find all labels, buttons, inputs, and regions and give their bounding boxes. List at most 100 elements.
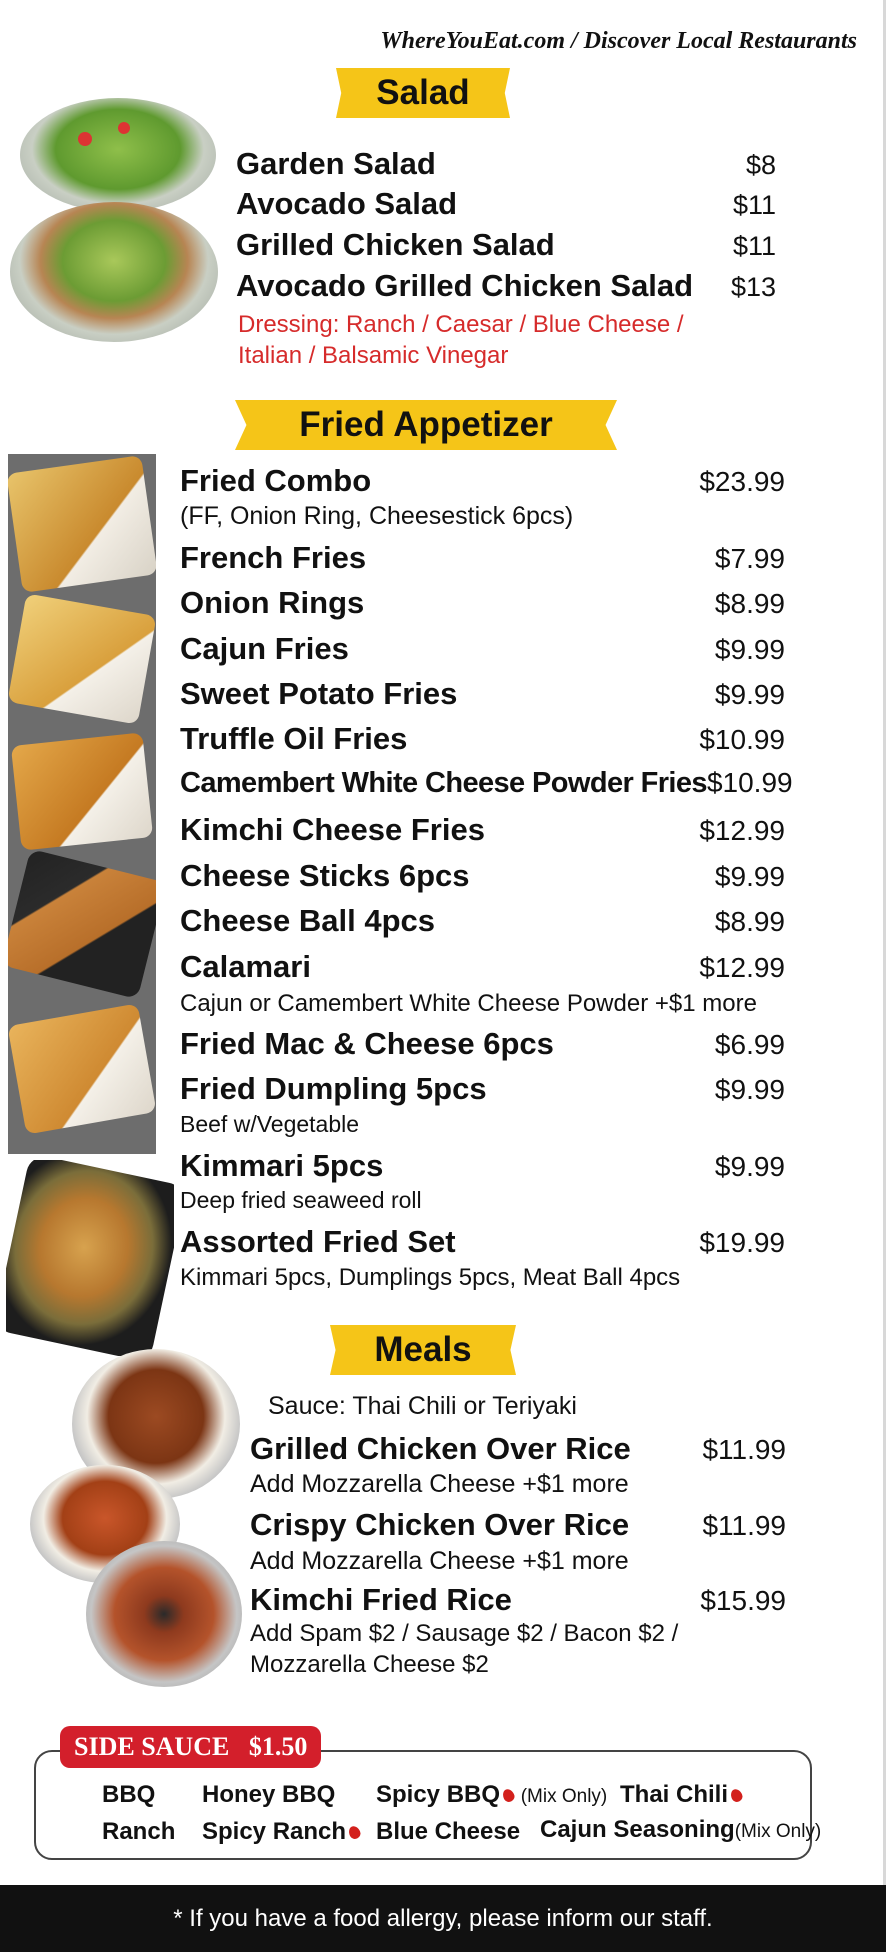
menu-item: Garden Salad $8 (236, 146, 776, 182)
sauce-item: Ranch (102, 1818, 175, 1846)
allergy-footer: * If you have a food allergy, please inf… (0, 1885, 886, 1952)
item-price: $9.99 (714, 1074, 785, 1105)
item-name: Grilled Chicken Over Rice (250, 1431, 631, 1466)
menu-item: Kimchi Cheese Fries $12.99 (180, 812, 785, 848)
sauce-name: Ranch (102, 1818, 176, 1845)
sauce-name: BBQ (102, 1781, 156, 1808)
meals-photo (30, 1345, 245, 1690)
item-name: Truffle Oil Fries (180, 721, 408, 756)
item-name: Assorted Fried Set (180, 1224, 456, 1259)
menu-item: Sweet Potato Fries $9.99 (180, 676, 785, 712)
assorted-set-photo (6, 1160, 174, 1356)
mix-only-note: (Mix Only) (520, 1786, 608, 1807)
item-name: Kimchi Fried Rice (250, 1582, 512, 1617)
item-price: $9.99 (714, 861, 785, 892)
fried-appetizer-photo (8, 454, 156, 1154)
allergy-note: * If you have a food allergy, please inf… (173, 1904, 713, 1932)
item-price: $8.99 (714, 588, 785, 619)
sauce-name: Thai Chili (620, 1781, 728, 1808)
item-note: (FF, Onion Ring, Cheesestick 6pcs) (180, 502, 574, 530)
menu-item: Cheese Sticks 6pcs $9.99 (180, 858, 785, 894)
item-price: $7.99 (714, 543, 785, 574)
item-price: $12.99 (699, 815, 785, 846)
item-name: Grilled Chicken Salad (236, 227, 555, 262)
item-price: $15.99 (700, 1585, 786, 1616)
site-header: WhereYouEat.com / Discover Local Restaur… (380, 28, 857, 54)
sauce-note: Sauce: Thai Chili or Teriyaki (268, 1392, 577, 1420)
menu-item: Grilled Chicken Salad $11 (236, 227, 776, 263)
item-name: Onion Rings (180, 585, 365, 620)
menu-item: Avocado Grilled Chicken Salad $13 (236, 268, 776, 304)
item-name: Fried Dumpling 5pcs (180, 1071, 487, 1106)
sauce-item: Honey BBQ (202, 1781, 335, 1809)
item-price: $12.99 (699, 952, 785, 983)
menu-item: Cheese Ball 4pcs $8.99 (180, 903, 785, 939)
menu-item: French Fries $7.99 (180, 540, 785, 576)
menu-item: Crispy Chicken Over Rice $11.99 (250, 1507, 786, 1543)
chili-pepper-icon (728, 1787, 745, 1804)
item-price: $6.99 (714, 1029, 785, 1060)
item-name: Kimmari 5pcs (180, 1148, 384, 1183)
item-note: Cajun or Camembert White Cheese Powder +… (180, 990, 757, 1017)
side-sauce-label: SIDE SAUCE $1.50 (60, 1726, 322, 1768)
sauce-name: Blue Cheese (376, 1818, 521, 1845)
meals-title: Meals (374, 1330, 472, 1369)
item-name: Fried Mac & Cheese 6pcs (180, 1026, 554, 1061)
item-name: Cheese Ball 4pcs (180, 903, 436, 938)
menu-item: Onion Rings $8.99 (180, 585, 785, 621)
item-note: Add Mozzarella Cheese +$1 more (250, 1470, 629, 1498)
menu-item: Cajun Fries $9.99 (180, 631, 785, 667)
menu-item: Truffle Oil Fries $10.99 (180, 721, 785, 757)
sauce-item: Blue Cheese (376, 1818, 520, 1846)
item-note: Deep fried seaweed roll (180, 1187, 422, 1213)
menu-item: Kimchi Fried Rice $15.99 (250, 1582, 786, 1618)
item-name: Garden Salad (236, 146, 436, 181)
menu-item: Grilled Chicken Over Rice $11.99 (250, 1431, 786, 1467)
item-price: $19.99 (699, 1227, 785, 1258)
item-name: Kimchi Cheese Fries (180, 812, 485, 847)
item-price: $9.99 (714, 679, 785, 710)
sauce-item: Spicy Ranch (202, 1818, 363, 1846)
item-note: Mozzarella Cheese $2 (250, 1651, 489, 1678)
item-name: French Fries (180, 540, 367, 575)
chili-pepper-icon (500, 1787, 517, 1804)
menu-item: Fried Mac & Cheese 6pcs $6.99 (180, 1026, 785, 1062)
sauce-item: BBQ (102, 1781, 155, 1809)
item-note: Add Spam $2 / Sausage $2 / Bacon $2 / (250, 1620, 679, 1647)
item-name: Avocado Grilled Chicken Salad (236, 268, 694, 303)
item-note: Add Mozzarella Cheese +$1 more (250, 1547, 629, 1575)
item-price: $11 (732, 190, 776, 220)
item-name: Calamari (180, 949, 311, 984)
chili-pepper-icon (346, 1824, 363, 1841)
meals-banner: Meals (330, 1325, 516, 1375)
item-name: Camembert White Cheese Powder Fries (180, 767, 708, 799)
salad-photo (8, 92, 218, 352)
mix-only-note: (Mix Only) (734, 1821, 822, 1842)
item-price: $23.99 (699, 466, 785, 497)
sauce-item: Cajun Seasoning(Mix Only) (540, 1816, 821, 1844)
item-name: Avocado Salad (236, 186, 458, 221)
item-price: $11 (732, 231, 776, 261)
menu-item: Assorted Fried Set $19.99 (180, 1224, 785, 1260)
menu-item: Avocado Salad $11 (236, 186, 776, 222)
item-note: Beef w/Vegetable (180, 1111, 360, 1137)
menu-item: Fried Combo $23.99 (180, 463, 785, 499)
dressing-note: Dressing: Ranch / Caesar / Blue Cheese / (238, 311, 684, 338)
item-name: Cheese Sticks 6pcs (180, 858, 470, 893)
item-price: $8 (745, 150, 776, 180)
sauce-item: Thai Chili (620, 1781, 745, 1809)
item-price: $11.99 (702, 1434, 786, 1465)
dressing-note: Italian / Balsamic Vinegar (238, 342, 509, 369)
item-price: $10.99 (699, 724, 785, 755)
item-price: $13 (730, 272, 776, 302)
item-price: $9.99 (714, 1151, 785, 1182)
item-name: Fried Combo (180, 463, 372, 498)
item-price: $9.99 (714, 634, 785, 665)
sauce-name: Spicy BBQ (376, 1781, 501, 1808)
item-price: $8.99 (714, 906, 785, 937)
menu-item: Kimmari 5pcs $9.99 (180, 1148, 785, 1184)
salad-banner: Salad (336, 68, 510, 118)
menu-item: Fried Dumpling 5pcs $9.99 (180, 1071, 785, 1107)
item-name: Sweet Potato Fries (180, 676, 458, 711)
sauce-name: Honey BBQ (202, 1781, 336, 1808)
